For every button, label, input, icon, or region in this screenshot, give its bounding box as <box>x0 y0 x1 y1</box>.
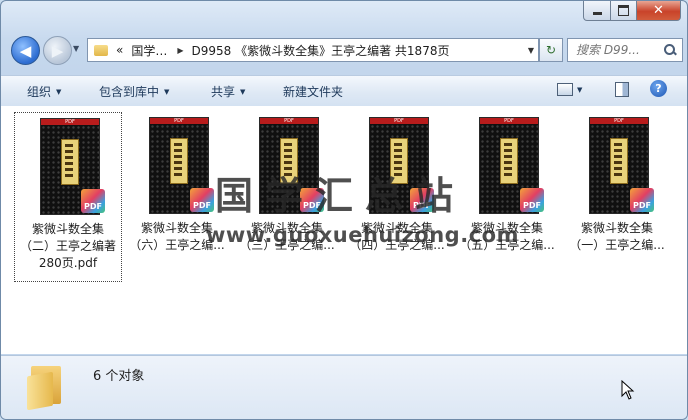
book-title-label <box>280 138 298 184</box>
change-view-icon[interactable] <box>557 83 573 96</box>
file-name[interactable]: 紫微斗数全集（二）王亭之编著280页.pdf <box>17 221 119 272</box>
search-box[interactable] <box>567 38 683 62</box>
maximize-icon <box>618 5 629 16</box>
forward-arrow-icon: ▶ <box>51 41 64 60</box>
close-button[interactable]: ✕ <box>637 1 681 21</box>
include-in-library-label: 包含到库中 <box>99 85 160 99</box>
pdf-app-icon: PDF <box>520 188 544 212</box>
pdf-badge-label: PDF <box>523 201 541 210</box>
item-count: 6 个对象 <box>93 369 145 384</box>
file-item[interactable]: PDF PDF 紫微斗数全集（一）王亭之编... <box>564 112 670 280</box>
pdf-badge-label: PDF <box>84 202 102 211</box>
pdf-app-icon: PDF <box>630 188 654 212</box>
file-item[interactable]: PDF PDF 紫微斗数全集（二）王亭之编著280页.pdf <box>14 112 122 282</box>
new-folder-button[interactable]: 新建文件夹 <box>283 83 343 100</box>
breadcrumb-chevron-icon[interactable]: ▶ <box>177 46 183 55</box>
caption-buttons: ✕ <box>583 1 681 21</box>
share-menu[interactable]: 共享 ▼ <box>211 83 245 100</box>
recent-pages-dropdown[interactable]: ▼ <box>73 44 79 53</box>
book-title-label <box>170 138 188 184</box>
book-title-label <box>610 138 628 184</box>
close-icon: ✕ <box>653 3 664 18</box>
forward-button[interactable]: ▶ <box>43 36 72 65</box>
pdf-badge-label: PDF <box>303 201 321 210</box>
chevron-down-icon: ▼ <box>56 88 62 96</box>
file-name[interactable]: 紫微斗数全集（三）王亭之编... <box>236 220 338 254</box>
minimize-icon <box>592 12 602 15</box>
book-title-label <box>61 139 79 185</box>
book-title-label <box>390 138 408 184</box>
chevron-down-icon: ▼ <box>240 88 246 96</box>
explorer-window: ✕ ◀ ▶ ▼ « 国学… ▶ D9958 《紫微斗数全集》王亭之编著 共187… <box>0 0 688 420</box>
file-list[interactable]: PDF PDF 紫微斗数全集（二）王亭之编著280页.pdf PDF PDF 紫… <box>1 106 687 354</box>
pdf-badge-label: PDF <box>193 201 211 210</box>
file-name[interactable]: 紫微斗数全集（五）王亭之编... <box>456 220 558 254</box>
share-label: 共享 <box>211 85 236 99</box>
chevron-down-icon: ▼ <box>164 88 170 96</box>
help-icon[interactable]: ? <box>650 80 667 97</box>
search-icon[interactable] <box>664 44 676 56</box>
address-bar[interactable]: « 国学… ▶ D9958 《紫微斗数全集》王亭之编著 共1878页 ▼ <box>87 38 539 62</box>
new-folder-label: 新建文件夹 <box>283 85 344 99</box>
file-item[interactable]: PDF PDF 紫微斗数全集（六）王亭之编... <box>124 112 230 280</box>
pdf-badge-label: PDF <box>413 201 431 210</box>
file-item[interactable]: PDF PDF 紫微斗数全集（四）王亭之编... <box>344 112 450 280</box>
breadcrumb-segment-current[interactable]: D9958 《紫微斗数全集》王亭之编著 共1878页 <box>192 42 450 59</box>
back-arrow-icon: ◀ <box>19 41 32 60</box>
back-button[interactable]: ◀ <box>11 36 40 65</box>
mouse-cursor-icon <box>621 380 635 400</box>
view-options-dropdown-icon[interactable]: ▼ <box>577 86 582 94</box>
command-bar: 组织 ▼ 包含到库中 ▼ 共享 ▼ 新建文件夹 ▼ ? <box>1 75 687 107</box>
pdf-badge-label: PDF <box>633 201 651 210</box>
refresh-button[interactable]: ↻ <box>539 38 563 62</box>
pdf-app-icon: PDF <box>81 189 105 213</box>
search-input[interactable] <box>574 42 664 58</box>
maximize-button[interactable] <box>611 1 637 21</box>
refresh-icon: ↻ <box>545 43 557 57</box>
organize-menu[interactable]: 组织 ▼ <box>27 83 61 100</box>
help-label: ? <box>655 82 662 95</box>
file-name[interactable]: 紫微斗数全集（一）王亭之编... <box>566 220 668 254</box>
file-item[interactable]: PDF PDF 紫微斗数全集（五）王亭之编... <box>454 112 560 280</box>
pdf-app-icon: PDF <box>410 188 434 212</box>
include-in-library-menu[interactable]: 包含到库中 ▼ <box>99 83 169 100</box>
breadcrumb-segment-root[interactable]: 国学… <box>131 42 167 59</box>
file-item[interactable]: PDF PDF 紫微斗数全集（三）王亭之编... <box>234 112 340 280</box>
folder-icon <box>94 44 108 56</box>
breadcrumb-overflow[interactable]: « <box>116 43 123 57</box>
organize-label: 组织 <box>27 85 52 99</box>
details-pane: 6 个对象 <box>1 355 687 419</box>
folder-icon <box>27 366 63 411</box>
pdf-app-icon: PDF <box>190 188 214 212</box>
minimize-button[interactable] <box>583 1 611 21</box>
file-name[interactable]: 紫微斗数全集（四）王亭之编... <box>346 220 448 254</box>
preview-pane-icon[interactable] <box>615 82 629 97</box>
book-title-label <box>500 138 518 184</box>
file-name[interactable]: 紫微斗数全集（六）王亭之编... <box>126 220 228 254</box>
pdf-app-icon: PDF <box>300 188 324 212</box>
navigation-bar: ◀ ▶ ▼ « 国学… ▶ D9958 《紫微斗数全集》王亭之编著 共1878页… <box>7 34 683 66</box>
address-dropdown-icon[interactable]: ▼ <box>528 46 534 55</box>
